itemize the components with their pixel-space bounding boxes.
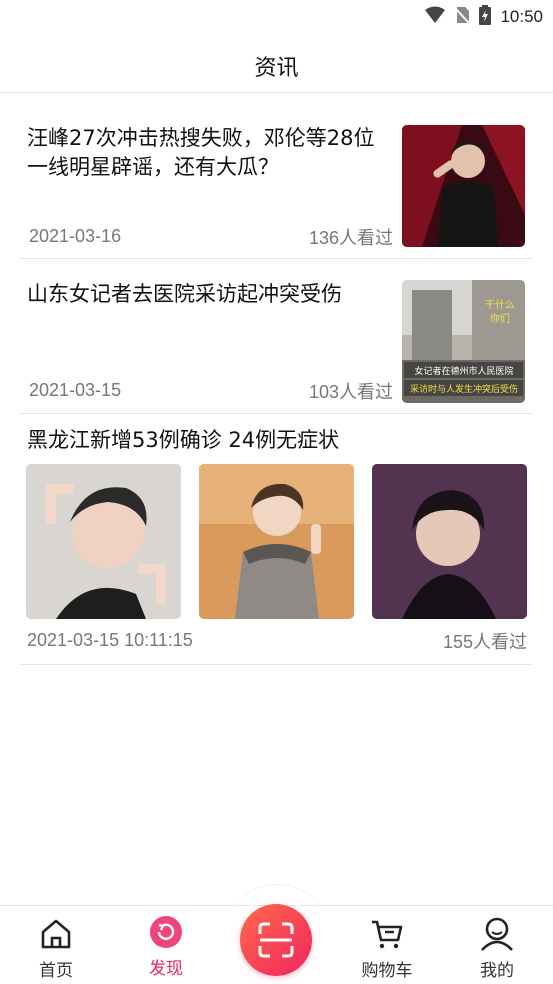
tab-label: 我的 <box>480 961 514 981</box>
news-views: 155人看过 <box>442 632 527 652</box>
image-caption-line: 干什么 <box>485 299 515 311</box>
news-views: 136人看过 <box>308 228 393 248</box>
scan-icon <box>258 922 294 962</box>
wifi-icon <box>424 6 446 28</box>
tab-label: 首页 <box>39 961 73 981</box>
news-date: 2021-03-15 10:11:15 <box>27 630 193 650</box>
page-header: 资讯 <box>0 32 553 93</box>
tab-home[interactable]: 首页 <box>16 906 96 984</box>
status-bar: 10:50 <box>0 0 553 32</box>
page-title: 资讯 <box>254 56 299 81</box>
cart-icon <box>369 916 405 952</box>
news-views: 103人看过 <box>308 382 393 402</box>
news-date: 2021-03-16 <box>29 226 122 246</box>
status-time: 10:50 <box>500 7 543 26</box>
discover-icon <box>148 916 184 952</box>
image-caption-line: 女记者在德州市人民医院 <box>414 365 513 377</box>
home-icon <box>38 916 74 952</box>
image-caption-line: 你们 <box>490 312 510 325</box>
image-caption-line: 采访时与人发生冲突后受伤 <box>410 383 518 395</box>
news-title: 山东女记者去医院采访起冲突受伤 <box>27 282 342 306</box>
news-item[interactable]: 汪峰27次冲击热搜失败，邓伦等28位一线明星辟谣，还有大瓜？ 2021-03-1… <box>19 110 533 259</box>
battery-icon <box>478 5 492 29</box>
tab-cart[interactable]: 购物车 <box>347 906 427 984</box>
tab-mine[interactable]: 我的 <box>457 906 537 984</box>
news-thumbnail <box>372 464 527 619</box>
no-sim-icon <box>454 6 471 28</box>
news-item[interactable]: 黑龙江新增53例确诊 24例无症状 2021-03-15 10:11:15 15… <box>19 420 533 665</box>
tab-label: 购物车 <box>361 961 413 981</box>
tab-discover[interactable]: 发现 <box>126 906 206 984</box>
news-title: 黑龙江新增53例确诊 24例无症状 <box>27 428 340 452</box>
scan-button[interactable] <box>240 904 312 976</box>
tab-label: 发现 <box>149 959 183 979</box>
news-thumbnail <box>402 125 525 247</box>
news-thumbnail <box>26 464 181 619</box>
news-date: 2021-03-15 <box>29 380 122 400</box>
news-title: 汪峰27次冲击热搜失败，邓伦等28位一线明星辟谣，还有大瓜？ <box>27 126 375 179</box>
news-thumbnail: 干什么 你们 女记者在德州市人民医院 采访时与人发生冲突后受伤 <box>402 280 525 403</box>
news-thumbnail <box>199 464 354 619</box>
news-item[interactable]: 山东女记者去医院采访起冲突受伤 2021-03-15 103人看过 干什么 你们… <box>19 266 533 414</box>
user-icon <box>479 916 515 952</box>
